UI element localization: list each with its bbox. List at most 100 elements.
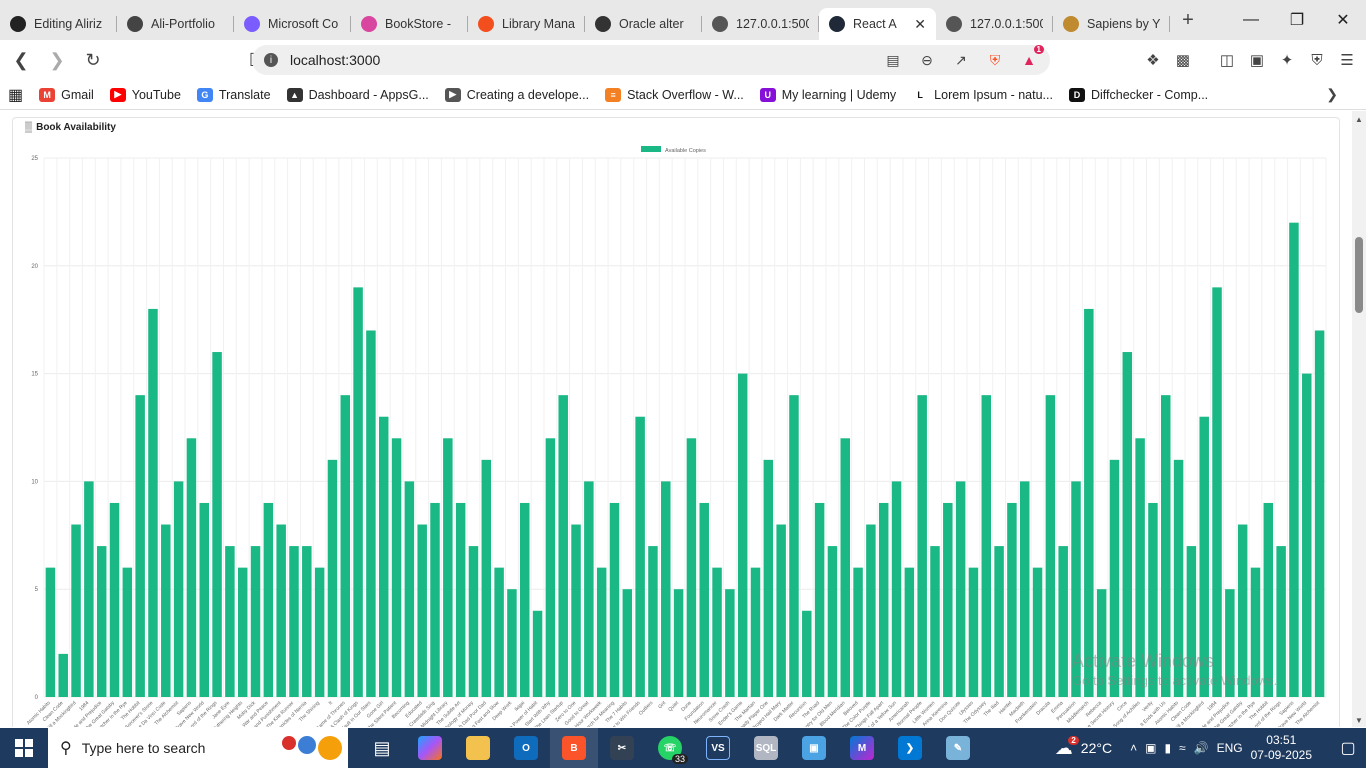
tab-title: 127.0.0.1:500 <box>970 17 1043 31</box>
bar <box>917 395 927 697</box>
browser-tab[interactable]: Microsoft Co <box>234 8 351 40</box>
bookmark-label: YouTube <box>131 87 181 102</box>
restore-icon[interactable]: ❐ <box>1274 0 1320 40</box>
bar <box>135 395 145 697</box>
sidebar-icon[interactable]: ◫ <box>1216 45 1238 75</box>
show-hidden-icons[interactable]: ˄ <box>1130 741 1137 755</box>
cast-icon[interactable]: ▤ <box>882 49 904 71</box>
battery-icon[interactable]: ▮ <box>1164 741 1171 755</box>
vpn-icon[interactable]: ⛨ <box>1306 45 1328 75</box>
bar <box>635 416 645 697</box>
wifi-icon[interactable]: ≈ <box>1179 741 1186 755</box>
bookmark-item[interactable]: M Gmail <box>31 87 102 102</box>
start-button[interactable] <box>0 728 48 768</box>
volume-icon[interactable]: 🔊 <box>1194 741 1209 755</box>
clock[interactable]: 03:51 07-09-2025 <box>1251 733 1312 763</box>
bar <box>878 502 889 697</box>
scroll-down-icon[interactable]: ▼ <box>1355 716 1363 725</box>
bar <box>558 395 568 697</box>
bookstore-icon <box>361 16 377 32</box>
reading-list-icon[interactable]: ▩ <box>1172 45 1194 75</box>
scrollbar-thumb[interactable] <box>1355 237 1363 313</box>
appsg-icon: ▲ <box>286 87 303 102</box>
clock-date: 07-09-2025 <box>1250 748 1312 762</box>
apps-icon[interactable]: ▦ <box>0 85 31 105</box>
bar <box>622 589 633 697</box>
page-scrollbar[interactable]: ▲ ▼ <box>1352 111 1366 727</box>
bookmark-item[interactable]: ≡ Stack Overflow - W... <box>597 87 752 102</box>
remote-desktop-icon[interactable]: ▣ <box>790 728 838 768</box>
outlook-icon[interactable]: O <box>502 728 550 768</box>
zoom-icon[interactable]: ⊖ <box>916 49 938 71</box>
browser-tab[interactable]: Oracle alter <box>585 8 702 40</box>
site-info-icon[interactable]: i <box>264 53 278 67</box>
language-indicator[interactable]: ENG <box>1217 741 1243 755</box>
bar <box>1122 352 1133 697</box>
bar <box>161 524 171 697</box>
vscode-icon[interactable]: ❯ <box>886 728 934 768</box>
bookmark-item[interactable]: L Lorem Ipsum - natu... <box>904 87 1061 102</box>
browser-tab[interactable]: Sapiens by Y <box>1053 8 1170 40</box>
file-explorer-icon[interactable] <box>454 728 502 768</box>
brave-taskbar-icon[interactable]: B <box>550 728 598 768</box>
forward-icon[interactable]: ❯ <box>42 45 72 75</box>
bar <box>481 459 492 697</box>
browser-tab[interactable]: Editing Aliriz <box>0 8 117 40</box>
browser-tab[interactable]: BookStore - <box>351 8 468 40</box>
taskbar-search[interactable]: ⚲ Type here to search <box>48 728 348 768</box>
bar <box>507 589 517 697</box>
bar <box>853 567 863 697</box>
notification-icon[interactable]: ▢ <box>1330 728 1366 768</box>
minimize-icon[interactable]: — <box>1228 0 1274 40</box>
leo-ai-icon[interactable]: ✦ <box>1276 45 1298 75</box>
bookmark-label: Gmail <box>61 87 94 102</box>
bookmark-item[interactable]: U My learning | Udemy <box>752 87 904 102</box>
menu-icon[interactable]: ☰ <box>1336 45 1358 75</box>
brave-shield-icon[interactable]: ⛨ <box>984 49 1006 71</box>
new-tab-button[interactable]: + <box>1170 9 1206 32</box>
extensions-icon[interactable]: ❖ <box>1142 45 1164 75</box>
bar <box>468 546 479 697</box>
copilot-taskbar-icon[interactable] <box>406 728 454 768</box>
brave-rewards-icon[interactable]: ▲ 1 <box>1018 45 1044 71</box>
browser-tab[interactable]: Ali-Portfolio <box>117 8 234 40</box>
bookmark-item[interactable]: G Translate <box>189 87 279 102</box>
meet-now-icon[interactable]: ▣ <box>1145 741 1156 755</box>
whatsapp-icon[interactable]: ☏ 33 <box>646 728 694 768</box>
bookmark-item[interactable]: ▲ Dashboard - AppsG... <box>279 87 437 102</box>
bar <box>71 524 81 697</box>
bookmark-item[interactable]: D Diffchecker - Comp... <box>1061 87 1216 102</box>
url-text[interactable]: localhost:3000 <box>290 52 380 68</box>
browser-tab[interactable]: React A ✕ <box>819 8 936 40</box>
scroll-up-icon[interactable]: ▲ <box>1355 115 1363 124</box>
windows-icon <box>15 739 33 757</box>
browser-tab[interactable]: 127.0.0.1:500 <box>702 8 819 40</box>
browser-tab[interactable]: 127.0.0.1:500 <box>936 8 1053 40</box>
notepad-icon[interactable]: ✎ <box>934 728 982 768</box>
close-window-icon[interactable]: ✕ <box>1320 0 1366 40</box>
sql-server-icon[interactable]: SQL <box>742 728 790 768</box>
share-icon[interactable]: ↗ <box>950 49 972 71</box>
bar <box>84 481 94 697</box>
search-icon: ⚲ <box>60 740 72 757</box>
bookmark-item[interactable]: ▶ YouTube <box>102 87 189 102</box>
bookmark-item[interactable]: ▶ Creating a develope... <box>437 87 597 102</box>
chevron-right-icon[interactable]: ❯ <box>1326 86 1338 103</box>
temperature[interactable]: 22°C <box>1081 740 1112 756</box>
reload-icon[interactable]: ↻ <box>78 45 108 75</box>
m365-icon[interactable]: M <box>838 728 886 768</box>
address-bar[interactable]: i localhost:3000 ▤ ⊖ ↗ ⛨ ▲ 1 <box>252 45 1050 75</box>
close-tab-icon[interactable]: ✕ <box>914 16 926 33</box>
search-placeholder: Type here to search <box>81 740 206 756</box>
visual-studio-icon[interactable]: VS <box>694 728 742 768</box>
lorem-icon: L <box>912 87 929 102</box>
task-view-icon[interactable]: ▤ <box>358 728 406 768</box>
snipping-tool-icon[interactable]: ✂ <box>598 728 646 768</box>
github-icon <box>10 16 26 32</box>
back-icon[interactable]: ❮ <box>6 45 36 75</box>
browser-tab[interactable]: Library Mana <box>468 8 585 40</box>
dev-icon: ▶ <box>444 87 461 102</box>
wallet-icon[interactable]: ▣ <box>1246 45 1268 75</box>
bar <box>814 502 825 697</box>
weather-icon[interactable]: ☁ 2 <box>1055 735 1079 759</box>
